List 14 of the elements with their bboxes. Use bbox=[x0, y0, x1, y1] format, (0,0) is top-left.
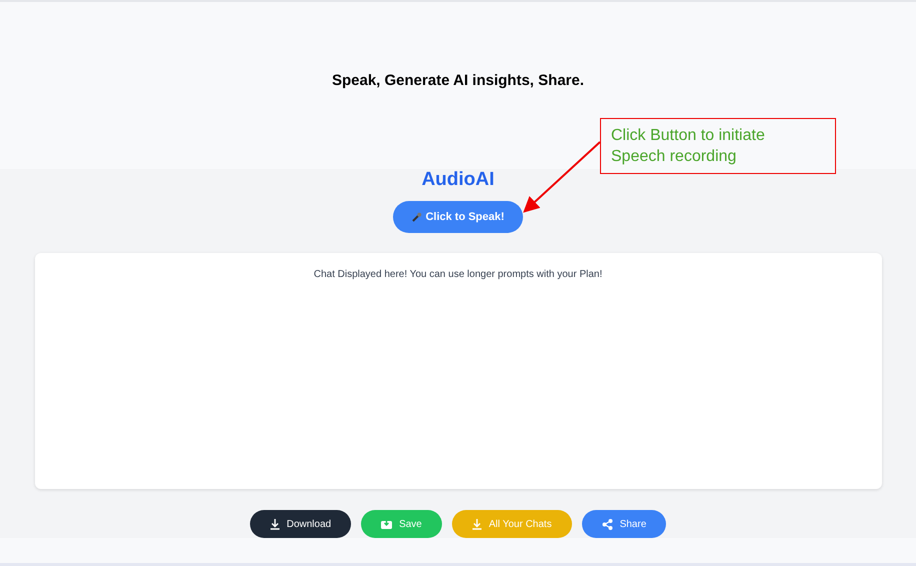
share-button[interactable]: Share bbox=[582, 510, 666, 538]
download-icon bbox=[270, 518, 280, 530]
save-button[interactable]: Save bbox=[361, 510, 442, 538]
share-icon bbox=[602, 518, 613, 530]
chat-message: Chat Displayed here! You can use longer prompts with your Plan! bbox=[314, 269, 602, 282]
microphone-icon bbox=[412, 212, 422, 222]
download-icon bbox=[472, 518, 482, 530]
chats-button[interactable]: All Your Chats bbox=[452, 510, 572, 538]
save-icon bbox=[381, 519, 392, 530]
tagline: Speak, Generate AI insights, Share. bbox=[332, 72, 584, 90]
download-button[interactable]: Download bbox=[250, 510, 352, 538]
app-title: AudioAI bbox=[422, 169, 494, 192]
speak-button[interactable]: Click to Speak! bbox=[392, 201, 524, 234]
annotation-callout: Click Button to initiate Speech recording bbox=[600, 118, 836, 174]
